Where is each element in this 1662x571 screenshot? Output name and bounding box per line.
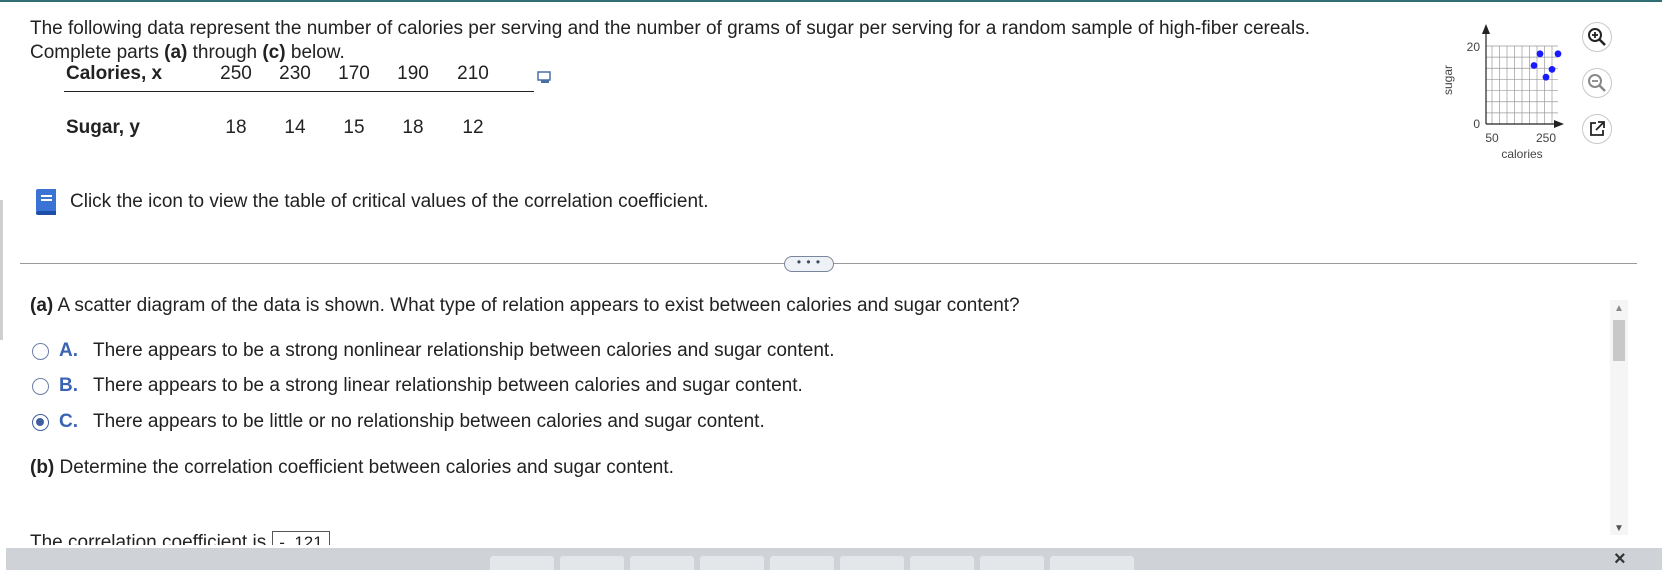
option-a[interactable]: A. There appears to be a strong nonlinea… bbox=[32, 340, 834, 362]
question-area: (a) A scatter diagram of the data is sho… bbox=[30, 295, 1600, 545]
book-icon[interactable] bbox=[32, 187, 60, 217]
toolbar-tab[interactable] bbox=[910, 556, 974, 570]
critical-values-row: Click the icon to view the table of crit… bbox=[32, 187, 709, 217]
critical-values-text: Click the icon to view the table of crit… bbox=[70, 191, 709, 212]
toolbar-tab[interactable] bbox=[700, 556, 764, 570]
radio-button[interactable] bbox=[32, 342, 49, 360]
sugar-value: 18 bbox=[225, 117, 247, 138]
external-link-icon bbox=[1590, 121, 1605, 136]
y-axis-label: sugar bbox=[1441, 65, 1455, 95]
x-axis-label: calories bbox=[1501, 147, 1542, 161]
calories-value: 250 bbox=[220, 63, 252, 84]
scroll-down-icon[interactable]: ▼ bbox=[1610, 520, 1628, 538]
toolbar-tab[interactable] bbox=[840, 556, 904, 570]
scatter-point bbox=[1536, 50, 1544, 58]
sugar-value: 12 bbox=[462, 117, 484, 138]
top-accent-rule bbox=[0, 0, 1662, 2]
copy-table-icon[interactable] bbox=[537, 70, 553, 86]
scatter-point bbox=[1542, 73, 1550, 81]
x-tick-label: 250 bbox=[1536, 131, 1556, 145]
sugar-value: 18 bbox=[402, 117, 424, 138]
correlation-answer-line: The correlation coefficient is - .121 bbox=[30, 531, 330, 545]
intro-part-c: (c) bbox=[262, 42, 286, 63]
x-tick-label: 50 bbox=[1485, 131, 1499, 145]
scroll-up-icon[interactable]: ▲ bbox=[1610, 300, 1628, 318]
answer-prefix: The correlation coefficient is bbox=[30, 532, 267, 545]
intro-part-a: (a) bbox=[164, 42, 188, 63]
open-in-new-window-button[interactable] bbox=[1582, 114, 1612, 144]
zoom-in-button[interactable] bbox=[1582, 22, 1612, 52]
part-a-question-text: A scatter diagram of the data is shown. … bbox=[53, 295, 1020, 316]
part-b-label: (b) bbox=[30, 457, 55, 478]
calories-label: Calories, x bbox=[66, 63, 163, 84]
calories-value: 210 bbox=[457, 63, 489, 84]
radio-button-selected[interactable] bbox=[32, 413, 49, 431]
zoom-in-icon bbox=[1588, 28, 1606, 46]
problem-statement: The following data represent the number … bbox=[30, 17, 1390, 65]
y-tick-label: 0 bbox=[1473, 117, 1480, 131]
part-b-question-text: Determine the correlation coefficient be… bbox=[54, 457, 674, 478]
x-axis-arrow bbox=[1554, 120, 1564, 128]
zoom-out-button[interactable] bbox=[1582, 68, 1612, 98]
part-b-question: (b) Determine the correlation coefficien… bbox=[30, 457, 674, 479]
option-text: There appears to be little or no relatio… bbox=[93, 411, 765, 432]
option-letter: A. bbox=[59, 340, 78, 361]
sugar-label: Sugar, y bbox=[66, 117, 140, 138]
toolbar-tab[interactable] bbox=[560, 556, 624, 570]
toolbar-tab[interactable] bbox=[490, 556, 554, 570]
option-text: There appears to be a strong linear rela… bbox=[93, 375, 803, 396]
option-letter: B. bbox=[59, 375, 78, 396]
close-icon[interactable]: × bbox=[1614, 548, 1626, 571]
option-letter: C. bbox=[59, 411, 78, 432]
scatter-point bbox=[1548, 66, 1556, 73]
plot-grid bbox=[1486, 45, 1558, 125]
option-c[interactable]: C. There appears to be little or no rela… bbox=[32, 411, 765, 433]
part-a-label: (a) bbox=[30, 295, 54, 316]
toolbar-tab[interactable] bbox=[1050, 556, 1134, 570]
intro-through: through bbox=[187, 42, 263, 63]
sugar-value: 14 bbox=[284, 117, 306, 138]
part-a-question: (a) A scatter diagram of the data is sho… bbox=[30, 295, 1020, 317]
correlation-answer-field[interactable]: - .121 bbox=[272, 531, 330, 545]
calories-value: 230 bbox=[279, 63, 311, 84]
left-edge-rule bbox=[0, 200, 3, 340]
y-tick-label: 20 bbox=[1467, 40, 1481, 54]
scatter-point bbox=[1554, 50, 1562, 58]
y-axis-arrow bbox=[1482, 24, 1490, 34]
calories-value: 170 bbox=[338, 63, 370, 84]
intro-complete-text: Complete parts bbox=[30, 42, 165, 63]
scrollbar-thumb[interactable] bbox=[1613, 320, 1625, 361]
toolbar-tab[interactable] bbox=[770, 556, 834, 570]
zoom-out-icon bbox=[1588, 74, 1606, 92]
radio-button[interactable] bbox=[32, 377, 49, 395]
option-b[interactable]: B. There appears to be a strong linear r… bbox=[32, 375, 803, 397]
option-text: There appears to be a strong nonlinear r… bbox=[93, 340, 835, 361]
toolbar-tab[interactable] bbox=[630, 556, 694, 570]
intro-sentence: The following data represent the number … bbox=[30, 18, 1310, 39]
calories-value: 190 bbox=[397, 63, 429, 84]
bottom-toolbar bbox=[6, 548, 1662, 570]
data-table: Calories, x 250 230 170 190 210 Sugar, y… bbox=[64, 63, 534, 147]
expand-button[interactable]: • • • bbox=[784, 256, 834, 272]
table-rule bbox=[64, 91, 534, 92]
intro-below: below. bbox=[285, 42, 345, 63]
scatter-point bbox=[1530, 62, 1538, 69]
toolbar-tab[interactable] bbox=[980, 556, 1044, 570]
scatter-plot: 20 0 50 250 calories sugar bbox=[1441, 24, 1564, 161]
sugar-value: 15 bbox=[343, 117, 365, 138]
